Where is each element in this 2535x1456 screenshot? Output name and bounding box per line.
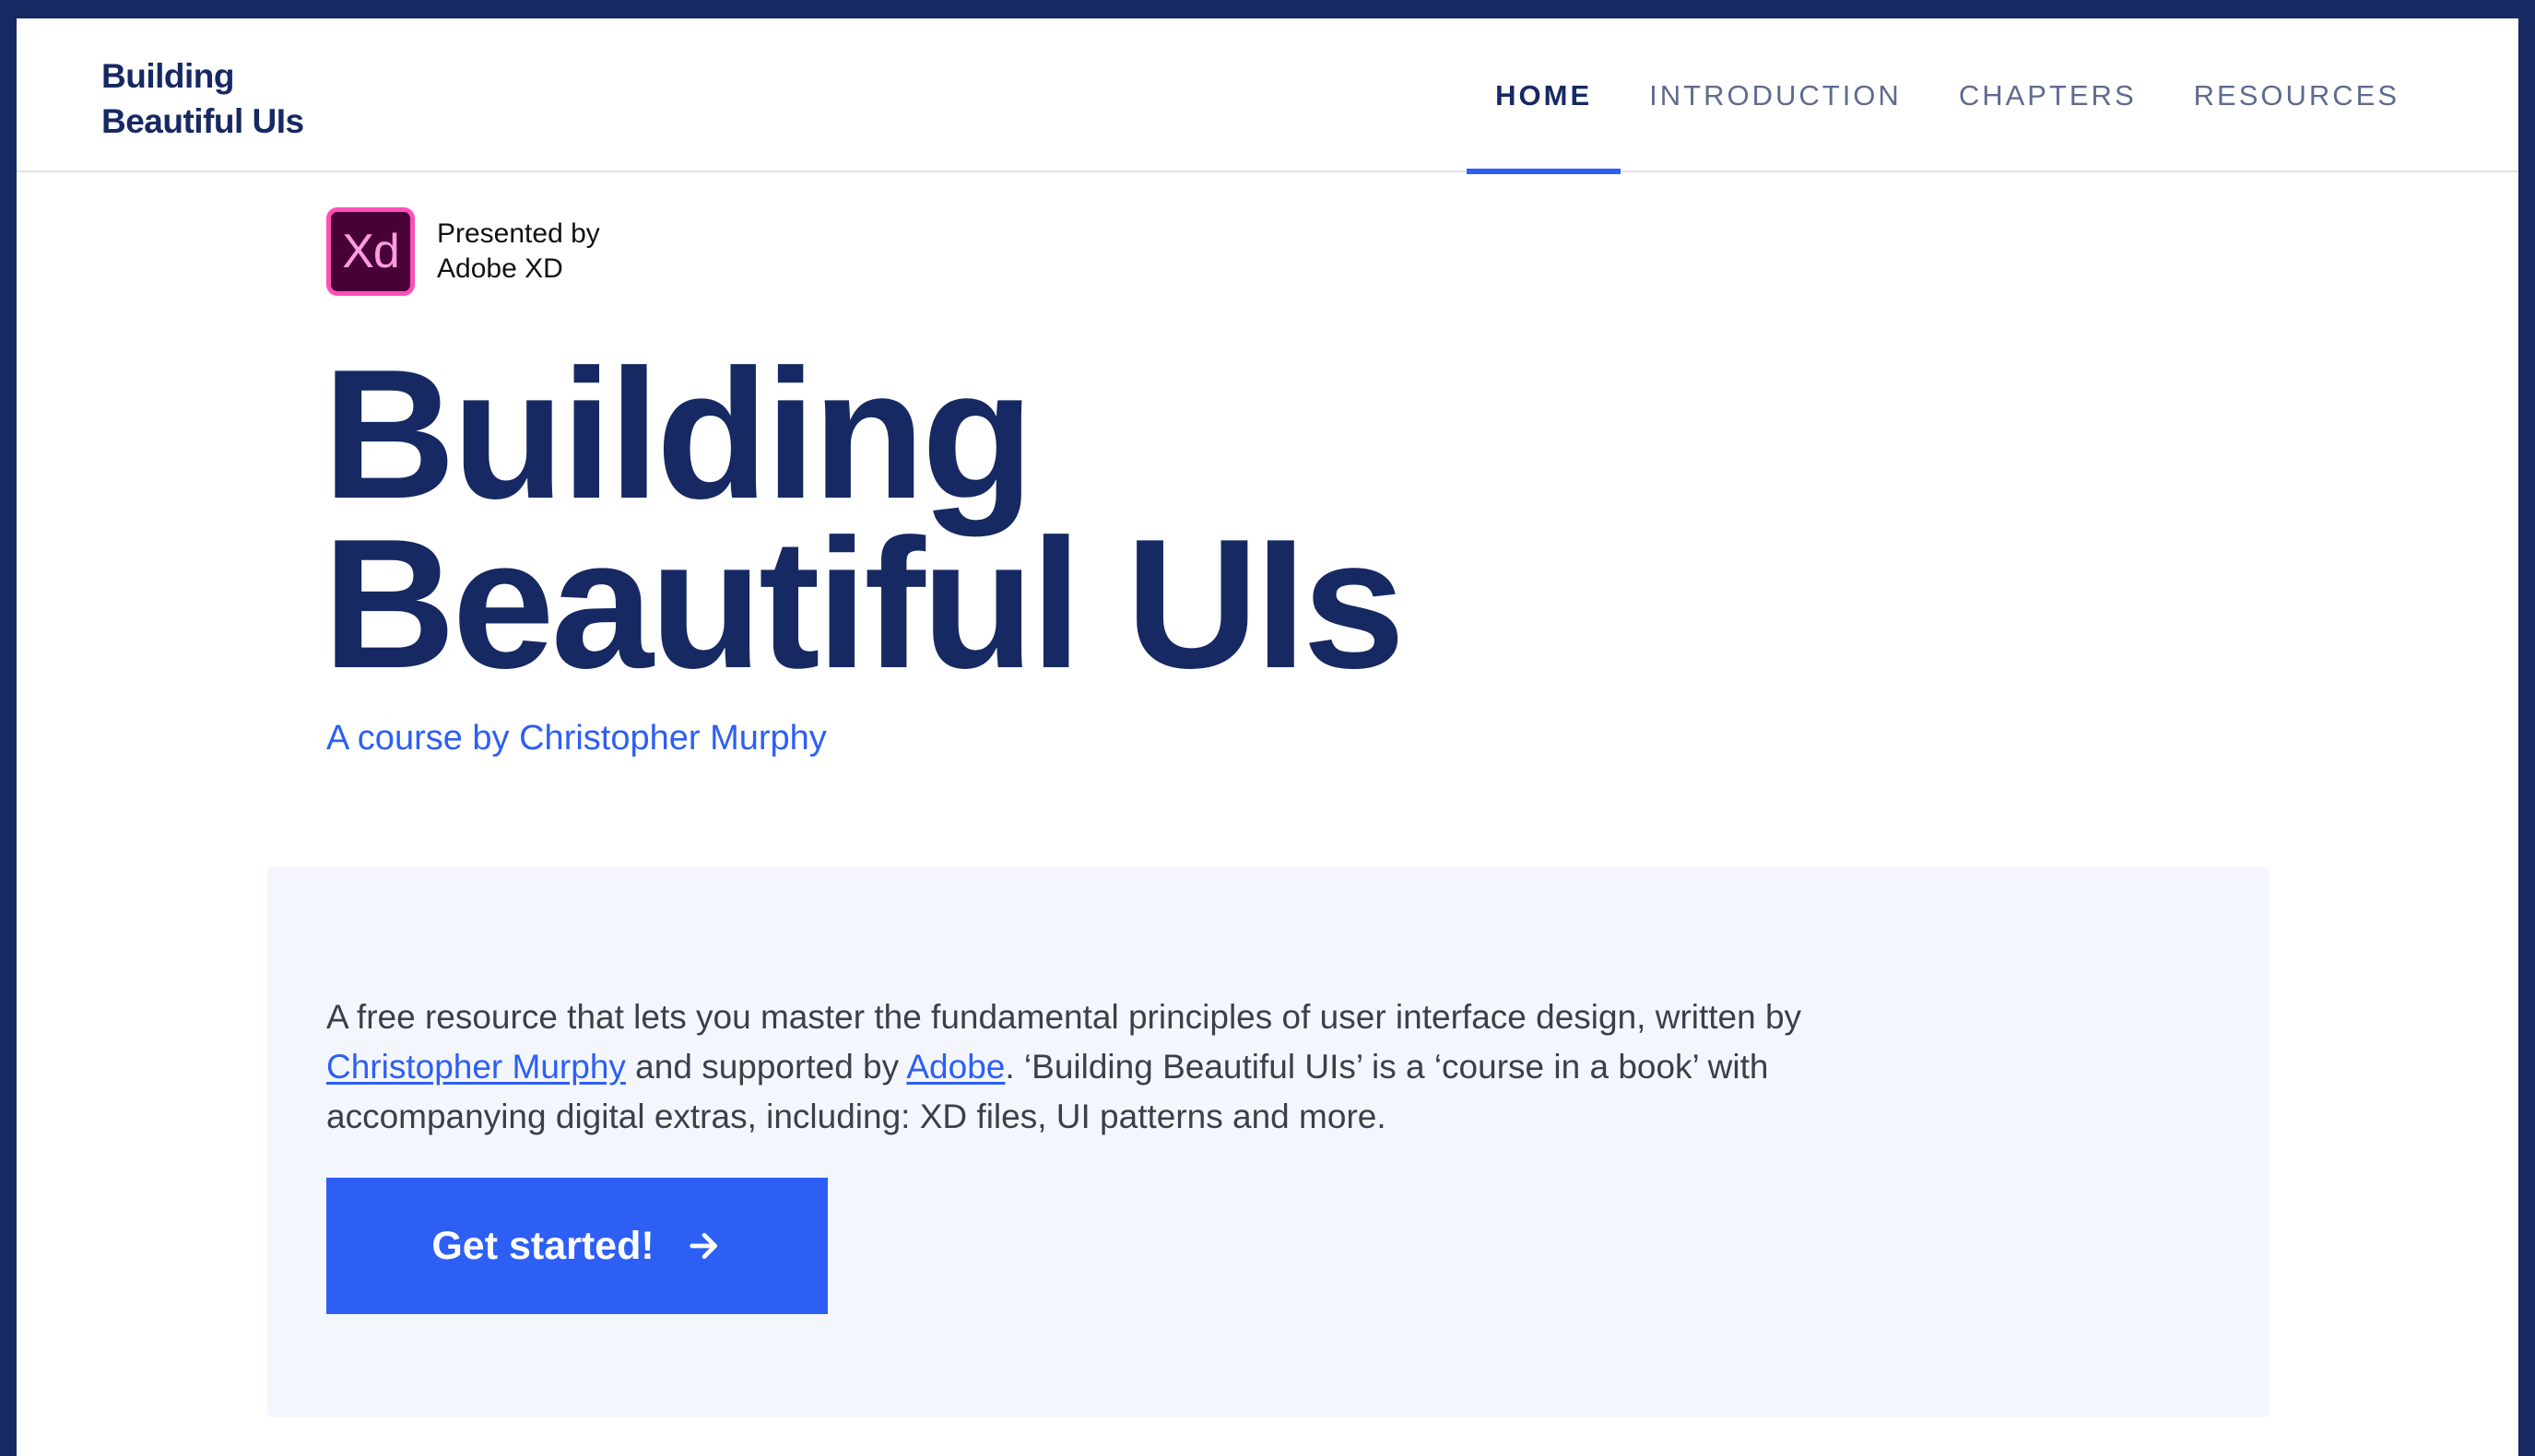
nav-item-home[interactable]: HOME: [1467, 18, 1621, 174]
hero-title-line-2: Beautiful UIs: [323, 501, 1405, 707]
main-nav: HOME INTRODUCTION CHAPTERS RESOURCES: [1467, 18, 2428, 174]
nav-item-resources[interactable]: RESOURCES: [2165, 18, 2428, 172]
presenter-text: Presented by Adobe XD: [437, 217, 600, 287]
intro-card: A free resource that lets you master the…: [267, 866, 2270, 1417]
xd-badge-text: Xd: [342, 225, 400, 278]
get-started-label: Get started!: [431, 1223, 654, 1268]
adobe-xd-logo: Xd: [326, 207, 415, 296]
get-started-button[interactable]: Get started!: [326, 1178, 828, 1314]
nav-item-chapters[interactable]: CHAPTERS: [1930, 18, 2165, 172]
nav-item-introduction[interactable]: INTRODUCTION: [1621, 18, 1930, 172]
logo-line-1: Building: [101, 57, 234, 95]
adobe-link[interactable]: Adobe: [906, 1048, 1005, 1086]
hero-title: Building Beautiful UIs: [323, 332, 1405, 707]
intro-text-1: A free resource that lets you master the…: [326, 998, 1802, 1036]
intro-paragraph: A free resource that lets you master the…: [326, 992, 1838, 1142]
page-frame: Building Beautiful UIs HOME INTRODUCTION…: [17, 18, 2518, 1456]
site-logo[interactable]: Building Beautiful UIs: [101, 53, 304, 144]
hero-title-line-1: Building: [323, 332, 1034, 537]
hero-subtitle: A course by Christopher Murphy: [326, 719, 827, 757]
arrow-right-icon: [686, 1227, 723, 1264]
presenter-line-1: Presented by: [437, 218, 600, 249]
site-header: Building Beautiful UIs HOME INTRODUCTION…: [17, 18, 2518, 174]
logo-line-2: Beautiful UIs: [101, 102, 304, 140]
christopher-murphy-link[interactable]: Christopher Murphy: [326, 1048, 626, 1086]
presenter-block: Xd Presented by Adobe XD: [326, 207, 600, 296]
intro-text-2: and supported by: [625, 1048, 907, 1086]
presenter-line-2: Adobe XD: [437, 253, 563, 284]
